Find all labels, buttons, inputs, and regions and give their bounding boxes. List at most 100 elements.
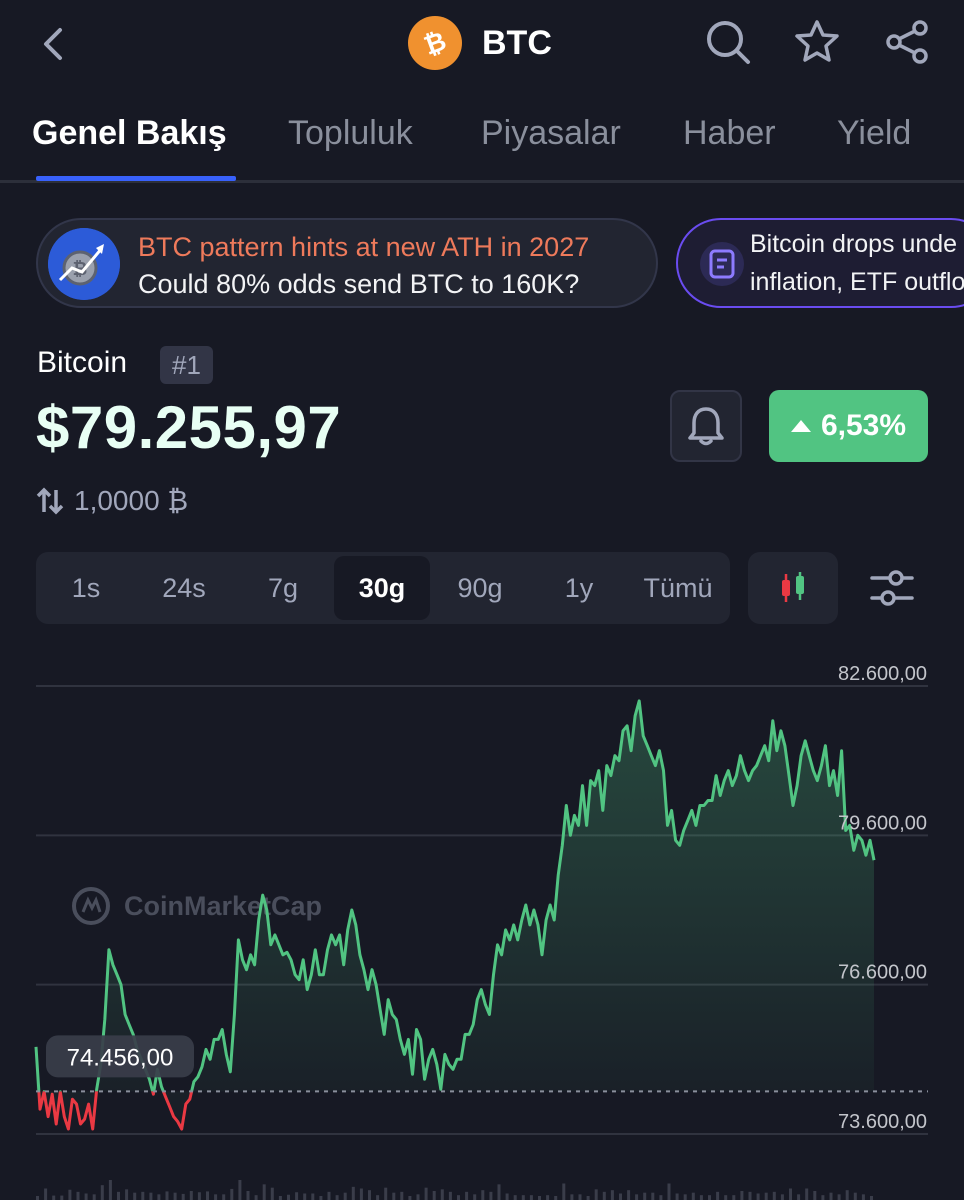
tab-overview[interactable]: Genel Bakış <box>32 114 227 153</box>
tab-news[interactable]: Haber <box>683 114 776 153</box>
tab-markets[interactable]: Piyasalar <box>481 114 621 153</box>
swap-arrows-icon <box>36 487 64 515</box>
rank-badge: #1 <box>160 346 213 384</box>
range-30d-button[interactable]: 30g <box>334 556 430 620</box>
volume-bar <box>416 1194 420 1200</box>
volume-bar <box>181 1193 185 1200</box>
volume-bar <box>554 1196 558 1200</box>
price-change-value: 6,53% <box>820 409 907 442</box>
volume-bar <box>262 1184 266 1200</box>
price-change-badge: 6,53% <box>769 390 928 462</box>
tab-community[interactable]: Topluluk <box>288 114 413 153</box>
news-card[interactable]: ₿ BTC pattern hints at new ATH in 2027 C… <box>36 218 658 308</box>
volume-bar <box>173 1192 177 1200</box>
volume-bar <box>424 1187 428 1200</box>
volume-bar <box>529 1195 533 1200</box>
volume-bar <box>772 1191 776 1200</box>
volume-bar <box>691 1192 695 1200</box>
volume-bar <box>861 1194 865 1200</box>
volume-bar <box>683 1194 687 1200</box>
volume-bar <box>60 1195 64 1200</box>
volume-bar <box>303 1193 307 1200</box>
bell-icon <box>688 407 724 446</box>
volume-bar <box>222 1194 226 1200</box>
volume-bar <box>586 1196 590 1200</box>
volume-bar <box>108 1180 112 1200</box>
range-24h-button[interactable]: 24s <box>136 556 232 620</box>
volume-bar <box>76 1191 80 1200</box>
news-subtitle: Could 80% odds send BTC to 160K? <box>138 269 580 299</box>
volume-bar <box>764 1192 768 1200</box>
coin-amount: 1,0000 ₿ <box>74 485 189 516</box>
up-arrow-icon <box>790 420 811 432</box>
tab-yield[interactable]: Yield <box>837 114 911 153</box>
news-subtitle: inflation, ETF outflo <box>750 268 964 296</box>
amount-row[interactable]: 1,0000 ₿ <box>36 482 188 520</box>
candlestick-icon <box>782 572 804 602</box>
watermark-text: CoinMarketCap <box>124 891 322 921</box>
y-axis-tick-label: 76.600,00 <box>838 962 927 984</box>
volume-bar <box>708 1195 711 1200</box>
volume-bars <box>36 1180 873 1200</box>
volume-bar <box>52 1195 56 1200</box>
news-card[interactable]: Bitcoin drops unde inflation, ETF outflo <box>676 218 964 308</box>
price-alert-button[interactable] <box>670 390 742 462</box>
volume-bar <box>546 1195 550 1200</box>
volume-bar <box>594 1189 598 1200</box>
volume-bar <box>246 1191 250 1200</box>
volume-bar <box>521 1195 525 1200</box>
range-7d-button[interactable]: 7g <box>235 556 331 620</box>
volume-bar <box>457 1195 460 1200</box>
watermark: CoinMarketCap <box>72 887 322 925</box>
volume-bar <box>230 1188 234 1200</box>
volume-bar <box>538 1196 541 1200</box>
volume-bar <box>789 1188 792 1200</box>
volume-bar <box>627 1190 631 1200</box>
volume-bar <box>311 1193 315 1200</box>
volume-bar <box>335 1195 339 1200</box>
volume-bar <box>68 1189 72 1200</box>
candlestick-toggle-button[interactable] <box>748 552 838 624</box>
y-axis-tick-label: 82.600,00 <box>838 663 927 685</box>
range-all-button[interactable]: Tümü <box>630 556 726 620</box>
range-1y-button[interactable]: 1y <box>531 556 627 620</box>
top-bar: ₿ BTC <box>0 0 964 90</box>
price-chart[interactable]: CoinMarketCap 74.456,00 82.600,00 79.600,… <box>0 650 964 1200</box>
range-1h-button[interactable]: 1s <box>38 556 134 620</box>
volume-bar <box>837 1194 841 1200</box>
volume-bar <box>667 1183 671 1200</box>
volume-bar <box>602 1191 606 1200</box>
volume-bar <box>384 1187 388 1200</box>
back-icon[interactable] <box>34 22 74 66</box>
volume-bar <box>327 1191 331 1200</box>
volume-bar <box>432 1191 436 1200</box>
range-90d-button[interactable]: 90g <box>432 556 528 620</box>
search-icon[interactable] <box>704 18 752 66</box>
coin-name: Bitcoin <box>37 346 128 379</box>
volume-bar <box>400 1191 404 1200</box>
volume-bar <box>570 1194 574 1200</box>
volume-bar <box>287 1194 290 1200</box>
volume-bar <box>481 1190 485 1200</box>
chart-settings-icon[interactable] <box>866 562 918 614</box>
tab-bar: Genel Bakış Topluluk Piyasalar Haber Yie… <box>0 100 964 183</box>
volume-bar <box>359 1188 363 1200</box>
volume-bar <box>797 1194 801 1200</box>
coin-symbol: BTC <box>482 23 552 62</box>
volume-bar <box>853 1192 857 1200</box>
volume-bar <box>376 1195 380 1200</box>
volume-bar <box>117 1191 120 1200</box>
volume-bar <box>36 1196 39 1200</box>
volume-bar <box>821 1195 825 1200</box>
volume-bar <box>270 1187 274 1200</box>
volume-bar <box>829 1192 833 1200</box>
news-title: Bitcoin drops unde <box>750 230 958 258</box>
volume-bar <box>473 1194 477 1200</box>
volume-bar <box>610 1190 614 1200</box>
star-icon[interactable] <box>793 18 841 66</box>
share-icon[interactable] <box>884 18 932 66</box>
volume-bar <box>278 1196 282 1200</box>
volume-bar <box>651 1192 655 1200</box>
volume-bar <box>870 1196 873 1200</box>
volume-bar <box>699 1195 703 1200</box>
